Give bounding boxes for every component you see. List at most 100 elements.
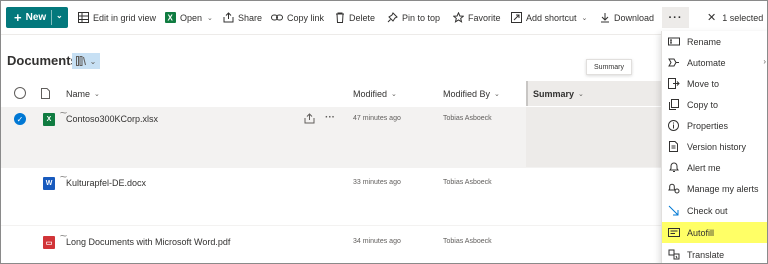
grid-icon [78,12,89,23]
column-header-name[interactable]: Name ⌄ [66,81,100,106]
modified-by-column-label: Modified By [443,88,491,99]
menu-item-check-out[interactable]: Check out [662,200,767,221]
delete-label: Delete [349,12,376,23]
rename-icon [668,37,680,46]
chevron-right-icon: › [763,57,766,66]
menu-item-label: Properties [687,120,729,131]
menu-item-label: Version history [687,141,747,152]
row-more-icon[interactable]: ··· [325,112,335,123]
favorite-label: Favorite [468,12,501,23]
menu-item-autofill[interactable]: Autofill [662,222,767,243]
summary-tooltip: Summary [586,59,632,75]
menu-item-automate[interactable]: Automate › [662,52,767,73]
close-icon[interactable]: ✕ [707,11,716,24]
menu-item-label: Manage my alerts [687,183,759,194]
selection-indicator[interactable]: ✕ 1 selected [707,7,763,28]
name-column-label: Name [66,88,91,99]
chevron-down-icon[interactable]: ⌄ [56,11,63,20]
translate-icon [668,249,680,260]
column-header-row: Name ⌄ Modified ⌄ Modified By ⌄ Summary … [1,81,661,106]
share-button[interactable]: Share [223,7,262,28]
file-name-link[interactable]: Kulturapfel-DE.docx [66,178,146,188]
favorite-button[interactable]: Favorite [453,7,501,28]
sharepoint-library-window: + New ⌄ Edit in grid view X Open ⌄ Share… [0,0,768,264]
file-type-header[interactable] [41,81,50,106]
menu-item-copy-to[interactable]: Copy to [662,94,767,115]
svg-text:X: X [168,14,174,23]
command-bar: + New ⌄ Edit in grid view X Open ⌄ Share… [1,1,767,35]
table-row[interactable]: W ⁓ Kulturapfel-DE.docx 33 minutes ago T… [1,167,661,225]
chevron-down-icon: ⌄ [89,56,97,66]
history-icon [669,141,678,152]
menu-item-manage-my-alerts[interactable]: Manage my alerts [662,178,767,199]
delete-button[interactable]: Delete [335,7,375,28]
star-icon [453,12,464,23]
menu-item-label: Autofill [687,227,715,238]
menu-item-translate[interactable]: Translate [662,244,767,263]
summary-cell [526,107,661,167]
chevron-down-icon: ⌄ [494,90,500,98]
plus-icon: + [14,10,22,25]
new-button[interactable]: + New ⌄ [6,7,68,28]
menu-item-label: Rename [687,36,722,47]
chevron-down-icon: ⌄ [391,90,397,98]
file-name-link[interactable]: Contoso300KCorp.xlsx [66,114,158,124]
selected-count-label: 1 selected [722,12,764,23]
menu-item-label: Check out [687,205,728,216]
menu-item-alert-me[interactable]: Alert me [662,157,767,178]
chevron-down-icon: ⌄ [578,90,584,98]
share-icon [223,12,234,23]
add-shortcut-button[interactable]: Add shortcut ⌄ [511,7,587,28]
excel-app-icon: X [165,12,176,23]
view-options-button[interactable]: ⌄ [72,53,100,69]
pin-to-top-button[interactable]: Pin to top [387,7,440,28]
context-menu: Rename Automate › Move to Copy to Proper… [661,31,767,263]
chevron-down-icon: ⌄ [581,14,588,22]
automate-icon [668,58,679,67]
open-button[interactable]: X Open ⌄ [165,7,213,28]
download-button[interactable]: Download [600,7,654,28]
checkout-icon [668,205,679,216]
modified-column-label: Modified [353,88,388,99]
column-header-modified[interactable]: Modified ⌄ [353,81,397,106]
manage-alerts-icon [668,183,680,194]
copy-link-button[interactable]: Copy link [271,7,324,28]
menu-item-label: Translate [687,249,725,260]
word-file-icon: W [43,177,55,190]
modified-by-value: Tobias Asboeck [443,115,492,122]
pin-icon [387,12,398,23]
copy-link-label: Copy link [287,12,325,23]
menu-item-move-to[interactable]: Move to [662,73,767,94]
bell-icon [669,162,679,172]
edit-grid-view-label: Edit in grid view [93,12,157,23]
column-header-modified-by[interactable]: Modified By ⌄ [443,81,500,106]
open-label: Open [180,12,203,23]
download-label: Download [614,12,655,23]
menu-item-properties[interactable]: Properties [662,115,767,136]
shortcut-icon [511,12,522,23]
pdf-file-icon: ▭ [43,236,55,249]
table-row[interactable]: ▭ ⁓ Long Documents with Microsoft Word.p… [1,225,661,263]
row-checked-icon[interactable]: ✓ [14,113,26,125]
excel-file-icon: X [43,113,55,126]
chevron-down-icon: ⌄ [207,14,213,22]
menu-item-rename[interactable]: Rename [662,31,767,52]
menu-item-version-history[interactable]: Version history [662,136,767,157]
select-all-checkbox[interactable] [14,87,26,99]
file-name-link[interactable]: Long Documents with Microsoft Word.pdf [66,237,230,247]
menu-item-label: Move to [687,78,720,89]
column-header-summary[interactable]: Summary ⌄ [533,81,584,106]
library-view-icon [75,56,86,66]
modified-by-value: Tobias Asboeck [443,238,492,245]
menu-item-label: Automate [687,57,726,68]
table-row[interactable]: ✓ X ⁓ Contoso300KCorp.xlsx ··· 47 minute… [1,107,661,167]
edit-grid-view-button[interactable]: Edit in grid view [78,7,156,28]
move-icon [668,78,680,89]
share-icon[interactable] [304,113,315,126]
add-shortcut-label: Add shortcut [526,12,577,23]
share-label: Share [238,12,263,23]
properties-icon [668,120,679,131]
modified-value: 34 minutes ago [353,238,401,245]
page-title: Documents [7,53,78,68]
more-options-button[interactable]: ··· [662,7,689,28]
